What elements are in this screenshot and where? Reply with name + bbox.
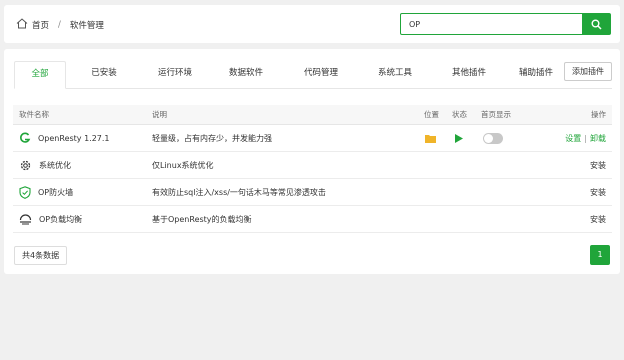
tab-system-tools[interactable]: 系统工具 <box>364 61 426 88</box>
software-desc: 有效防止sql注入/xss/一句话木马等常见渗透攻击 <box>152 187 326 197</box>
breadcrumb-current: 软件管理 <box>69 21 104 31</box>
search-icon <box>591 19 602 30</box>
openresty-icon <box>19 132 31 144</box>
folder-icon[interactable] <box>425 125 436 151</box>
category-tabs: 全部 已安装 运行环境 数据软件 代码管理 系统工具 其他插件 辅助插件 添加插… <box>14 61 612 89</box>
top-bar: 首页 / 软件管理 <box>4 5 620 43</box>
settings-link[interactable]: 设置 <box>565 133 581 144</box>
install-link[interactable]: 安装 <box>590 179 606 205</box>
install-link[interactable]: 安装 <box>590 152 606 178</box>
page-button-1[interactable]: 1 <box>590 245 610 265</box>
tab-runtime[interactable]: 运行环境 <box>144 61 206 88</box>
col-homepage: 首页显示 <box>481 110 511 119</box>
install-link[interactable]: 安装 <box>590 206 606 232</box>
col-desc: 说明 <box>152 110 167 119</box>
col-name: 软件名称 <box>19 110 49 119</box>
tab-code-management[interactable]: 代码管理 <box>290 61 352 88</box>
tab-data-software[interactable]: 数据软件 <box>214 61 278 88</box>
search-box <box>400 13 611 35</box>
tab-auxiliary-plugins[interactable]: 辅助插件 <box>512 61 560 88</box>
col-ops: 操作 <box>591 110 606 119</box>
total-count: 共4条数据 <box>14 246 68 265</box>
home-icon[interactable] <box>16 18 28 32</box>
tab-other-plugins[interactable]: 其他插件 <box>438 61 500 88</box>
balance-icon <box>19 213 32 225</box>
software-name: OP防火墙 <box>38 187 74 197</box>
add-plugin-button[interactable]: 添加插件 <box>564 62 612 81</box>
table-header: 软件名称 说明 位置 状态 首页显示 操作 <box>13 105 612 125</box>
table-row: OP负载均衡 基于OpenResty的负载均衡 安装 <box>13 206 612 233</box>
software-panel: 全部 已安装 运行环境 数据软件 代码管理 系统工具 其他插件 辅助插件 添加插… <box>4 49 620 274</box>
breadcrumb-home[interactable]: 首页 <box>32 19 49 31</box>
action-divider: | <box>584 133 587 143</box>
uninstall-link[interactable]: 卸载 <box>590 133 606 144</box>
search-button[interactable] <box>582 14 610 34</box>
table-row: OP防火墙 有效防止sql注入/xss/一句话木马等常见渗透攻击 安装 <box>13 179 612 206</box>
software-name: OP负载均衡 <box>39 214 83 224</box>
software-desc: 仅Linux系统优化 <box>152 160 214 170</box>
search-input[interactable] <box>401 14 582 34</box>
shield-icon <box>19 185 31 199</box>
col-status: 状态 <box>452 110 467 119</box>
play-icon[interactable] <box>455 125 463 151</box>
software-table: 软件名称 说明 位置 状态 首页显示 操作 OpenResty 1.27.1 轻… <box>13 105 612 233</box>
software-desc: 基于OpenResty的负载均衡 <box>152 214 252 224</box>
software-name: OpenResty 1.27.1 <box>38 133 110 143</box>
gear-icon <box>19 159 32 172</box>
breadcrumb: 首页 / 软件管理 <box>16 18 104 32</box>
software-desc: 轻量级，占有内存少，并发能力强 <box>152 133 272 143</box>
homepage-toggle[interactable] <box>483 125 503 151</box>
table-row: OpenResty 1.27.1 轻量级，占有内存少，并发能力强 设置 | 卸载 <box>13 125 612 152</box>
tab-all[interactable]: 全部 <box>14 61 66 89</box>
breadcrumb-separator: / <box>58 20 61 30</box>
table-row: 系统优化 仅Linux系统优化 安装 <box>13 152 612 179</box>
tab-installed[interactable]: 已安装 <box>74 61 134 88</box>
software-name: 系统优化 <box>39 160 71 170</box>
col-location: 位置 <box>424 110 439 119</box>
